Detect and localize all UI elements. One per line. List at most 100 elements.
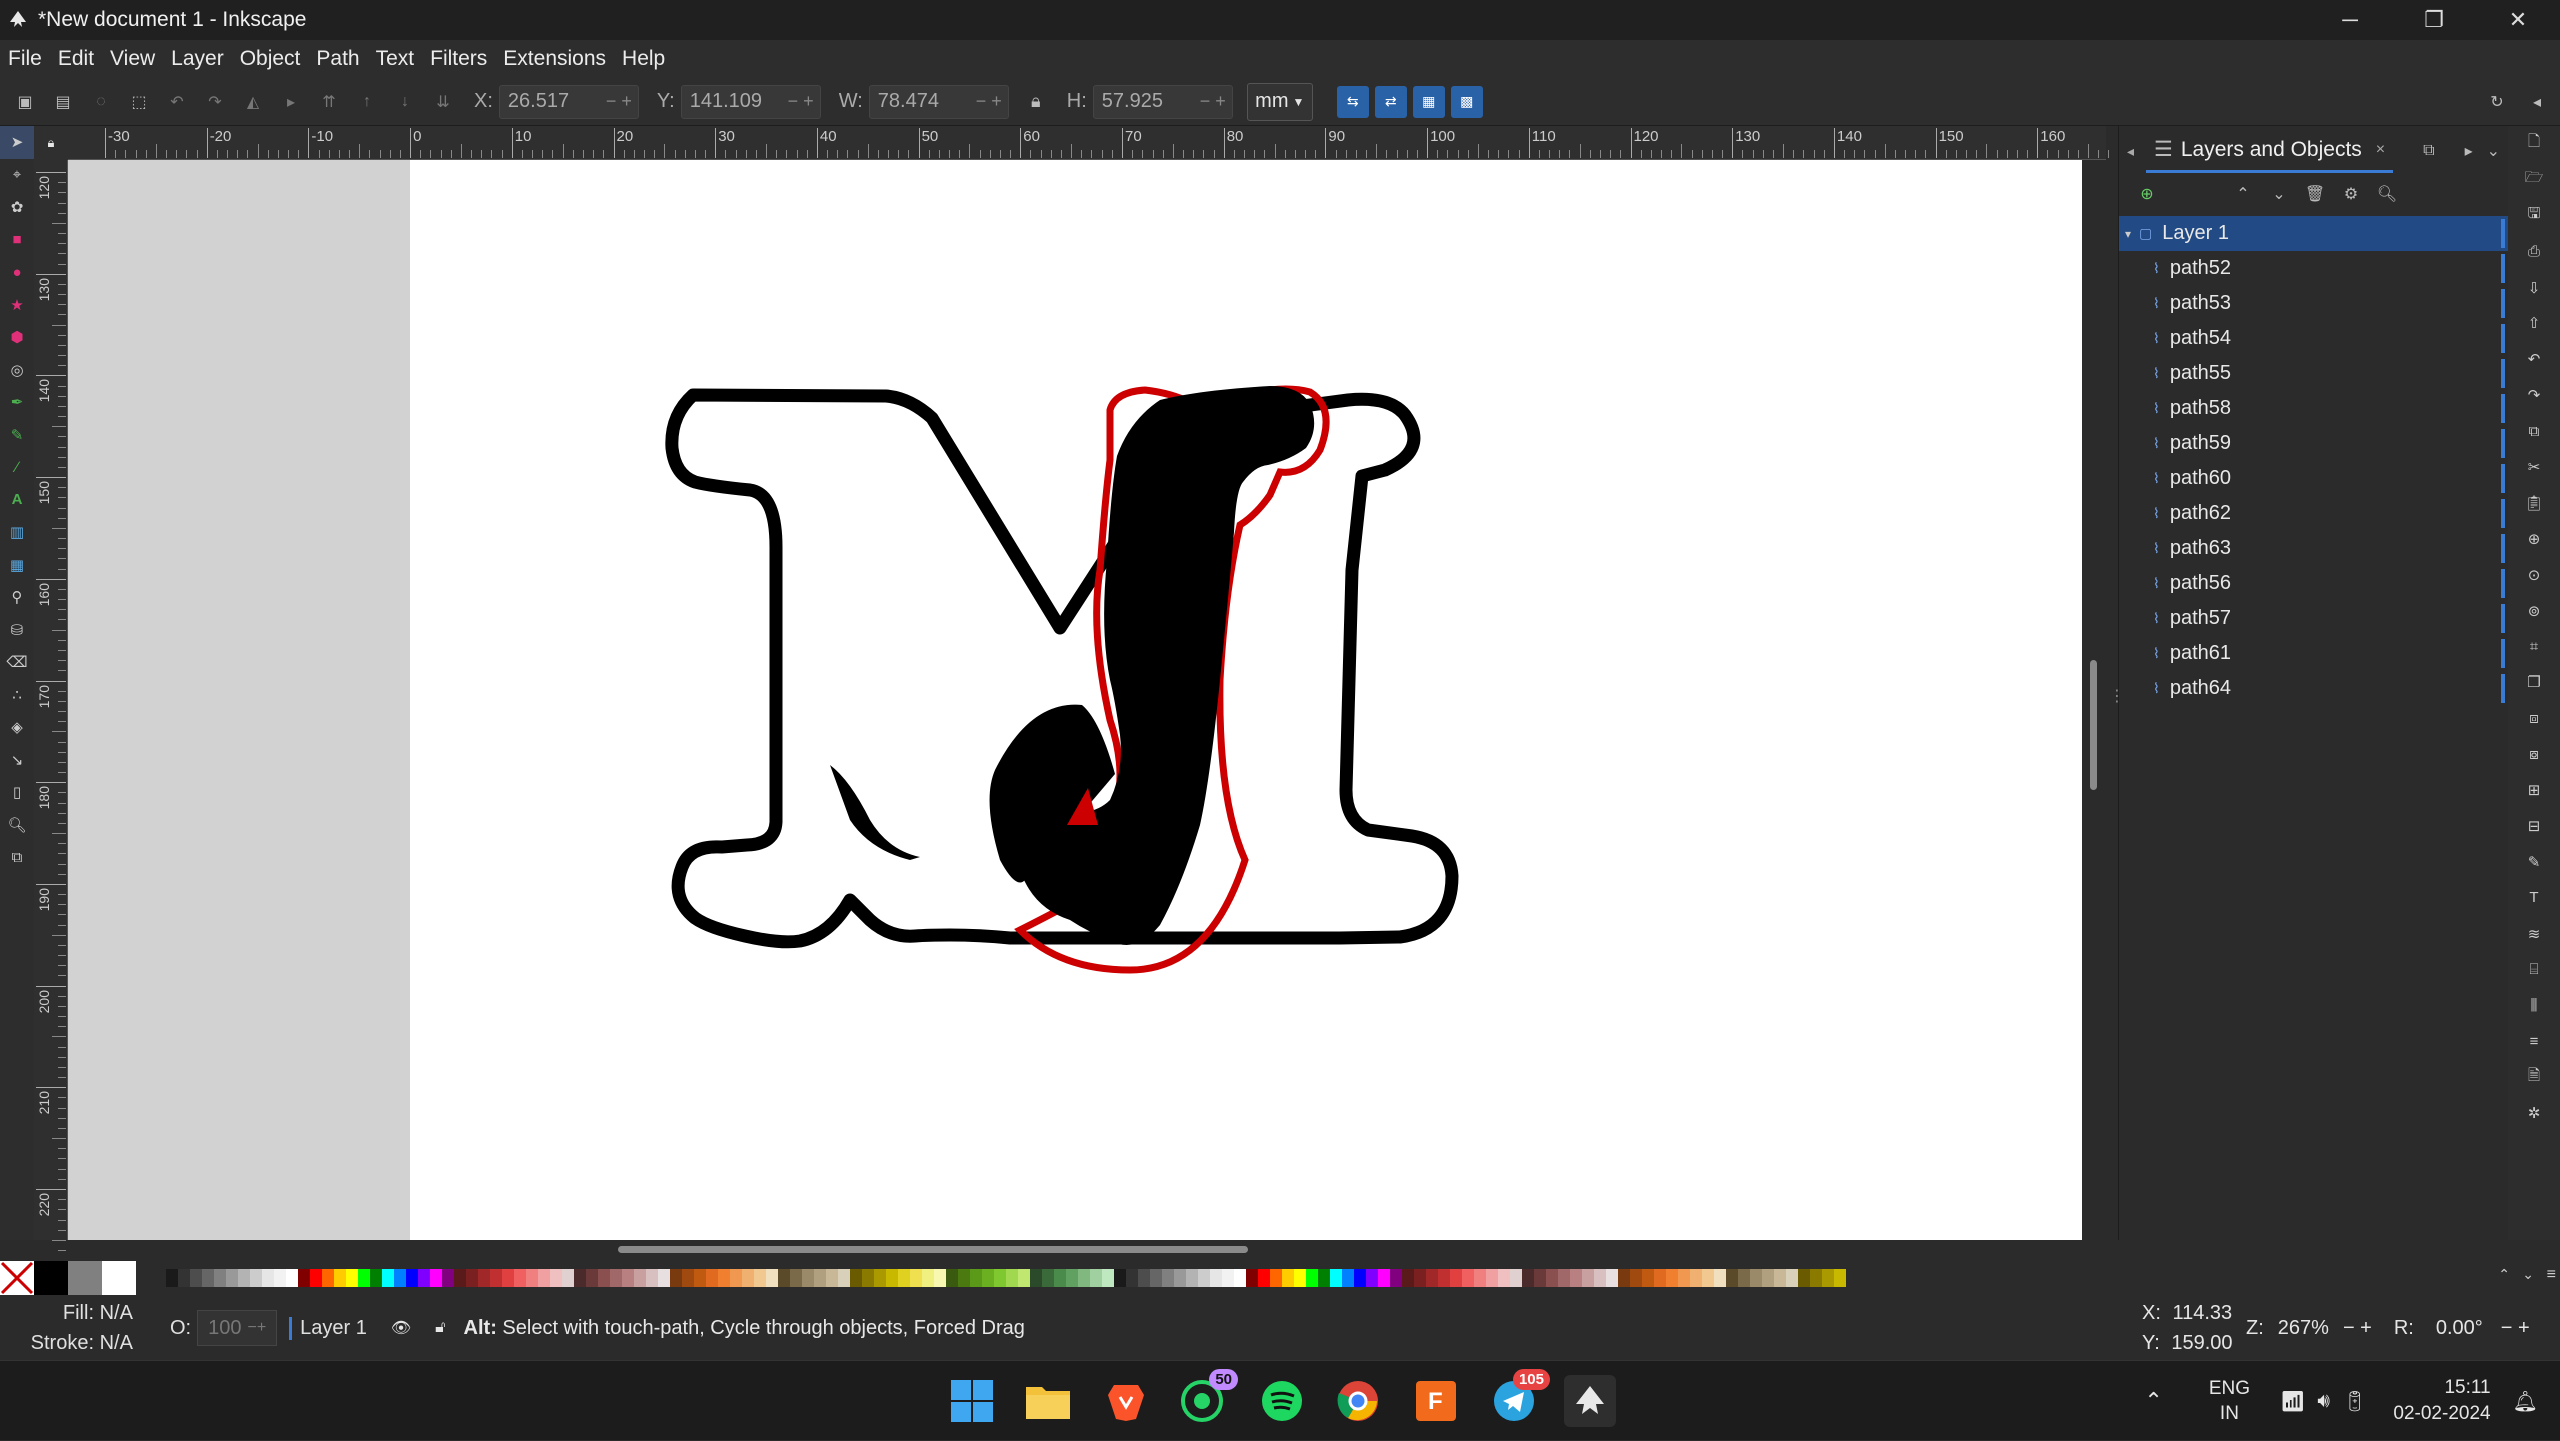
move-down-icon[interactable]: ⌄ [2261, 184, 2297, 204]
open-icon[interactable]: 🗁 [2508, 162, 2560, 198]
palette-swatch[interactable] [1258, 1269, 1270, 1287]
palette-swatch[interactable] [1486, 1269, 1498, 1287]
palette-swatch[interactable] [1558, 1269, 1570, 1287]
tree-row-object[interactable]: ⌇ path56 [2119, 566, 2508, 601]
show-hidden-icons-icon[interactable]: ⌃ [2144, 1388, 2162, 1414]
rotate-ccw-icon[interactable]: ↶ [164, 89, 190, 115]
search-icon[interactable]: 🔍︎ [2369, 184, 2405, 204]
palette-swatch[interactable] [826, 1269, 838, 1287]
palette-swatch[interactable] [1162, 1269, 1174, 1287]
palette-swatch[interactable] [166, 1269, 178, 1287]
palette-swatch[interactable] [1042, 1269, 1054, 1287]
palette-swatch[interactable] [1510, 1269, 1522, 1287]
spray-tool-icon[interactable]: ∴ [0, 679, 34, 712]
tab-close-icon[interactable]: × [2376, 141, 2385, 159]
palette-swatch[interactable] [886, 1269, 898, 1287]
move-up-icon[interactable]: ⌃ [2225, 184, 2261, 204]
palette-swatch[interactable] [946, 1269, 958, 1287]
palette-swatch[interactable] [1438, 1269, 1450, 1287]
menu-path[interactable]: Path [316, 47, 369, 71]
palette-swatch[interactable] [250, 1269, 262, 1287]
ungroup-icon[interactable]: ⊟ [2508, 808, 2560, 844]
document-properties-icon[interactable]: 🗎 [2508, 1059, 2560, 1095]
palette-swatch[interactable] [1750, 1269, 1762, 1287]
group-icon[interactable]: ⊞ [2508, 772, 2560, 808]
clock[interactable]: 15:11 02-02-2024 [2393, 1375, 2490, 1427]
x-stepper-icon[interactable]: − + [606, 91, 638, 112]
no-paint-swatch[interactable] [0, 1261, 34, 1295]
h-stepper-icon[interactable]: − + [1200, 91, 1232, 112]
palette-swatch[interactable] [1630, 1269, 1642, 1287]
chevron-right-icon[interactable]: ▸ [2465, 141, 2473, 161]
palette-swatch[interactable] [898, 1269, 910, 1287]
palette-swatch[interactable] [1198, 1269, 1210, 1287]
fusion360-icon[interactable]: F [1410, 1375, 1462, 1427]
palette-swatch[interactable] [1654, 1269, 1666, 1287]
snap-icon[interactable]: ↻ [2484, 89, 2510, 115]
palette-swatch[interactable] [1354, 1269, 1366, 1287]
menu-view[interactable]: View [110, 47, 165, 71]
tree-row-object[interactable]: ⌇ path53 [2119, 286, 2508, 321]
text-tool-icon[interactable]: A [0, 484, 34, 517]
palette-swatch[interactable] [1822, 1269, 1834, 1287]
expander-icon[interactable]: ▾ [2125, 227, 2131, 241]
preferences-icon[interactable]: ✲ [2508, 1095, 2560, 1131]
palette-swatch[interactable] [970, 1269, 982, 1287]
palette-swatch[interactable] [430, 1269, 442, 1287]
transform-patterns-icon[interactable]: ▩ [1450, 85, 1483, 118]
save-icon[interactable]: 🖫 [2508, 198, 2560, 234]
palette-swatch[interactable] [466, 1269, 478, 1287]
connector-tool-icon[interactable]: ↘ [0, 744, 34, 777]
rotation-field[interactable]: 0.00° [2436, 1317, 2483, 1340]
tree-row-object[interactable]: ⌇ path64 [2119, 671, 2508, 706]
palette-swatch[interactable] [1294, 1269, 1306, 1287]
palette-swatch[interactable] [1702, 1269, 1714, 1287]
fill-stroke-icon[interactable]: ✎ [2508, 844, 2560, 880]
pages-tool-icon[interactable]: ⧉ [0, 841, 34, 874]
chevron-down-icon[interactable]: ⌄ [2487, 141, 2500, 161]
clone-icon[interactable]: ⧈ [2508, 700, 2560, 736]
palette-swatch[interactable] [1390, 1269, 1402, 1287]
palette-swatch[interactable] [682, 1269, 694, 1287]
minimize-button[interactable]: ─ [2308, 0, 2392, 40]
telegram-icon[interactable]: 105 [1488, 1369, 1550, 1427]
panel-resize-handle-icon[interactable]: ⋮ [2109, 686, 2125, 706]
horizontal-scroll-thumb[interactable] [618, 1246, 1248, 1253]
tree-row-object[interactable]: ⌇ path55 [2119, 356, 2508, 391]
settings-icon[interactable]: ⚙ [2333, 184, 2369, 204]
palette-swatch[interactable] [670, 1269, 682, 1287]
paste-icon[interactable]: 📋︎ [2508, 485, 2560, 521]
palette-scroll-down-icon[interactable]: ⌄ [2522, 1266, 2534, 1283]
menu-edit[interactable]: Edit [58, 47, 104, 71]
palette-swatch[interactable] [274, 1269, 286, 1287]
palette-swatch[interactable] [262, 1269, 274, 1287]
tree-row-object[interactable]: ⌇ path52 [2119, 251, 2508, 286]
palette-swatch[interactable] [226, 1269, 238, 1287]
scale-stroke-icon[interactable]: ⇆ [1336, 85, 1369, 118]
palette-swatch[interactable] [1378, 1269, 1390, 1287]
palette-swatch[interactable] [286, 1269, 298, 1287]
dropper-tool-icon[interactable]: ⚲ [0, 581, 34, 614]
palette-swatch[interactable] [874, 1269, 886, 1287]
cut-icon[interactable]: ✂ [2508, 449, 2560, 485]
delete-icon[interactable]: 🗑︎ [2297, 184, 2333, 204]
palette-swatch[interactable] [190, 1269, 202, 1287]
eye-icon[interactable]: 👁︎ [391, 1318, 411, 1338]
palette-swatch[interactable] [1462, 1269, 1474, 1287]
palette-swatch[interactable] [1366, 1269, 1378, 1287]
text-font-icon[interactable]: T [2508, 880, 2560, 916]
redo-icon[interactable]: ↷ [2508, 377, 2560, 413]
pencil-tool-icon[interactable]: ✎ [0, 419, 34, 452]
tree-row-object[interactable]: ⌇ path63 [2119, 531, 2508, 566]
vertical-scroll-thumb[interactable] [2090, 660, 2097, 790]
palette-swatch[interactable] [610, 1269, 622, 1287]
menu-file[interactable]: File [8, 47, 52, 71]
zoom-stepper-icon[interactable]: − + [2343, 1317, 2372, 1340]
palette-swatch[interactable] [622, 1269, 634, 1287]
palette-swatch[interactable] [1054, 1269, 1066, 1287]
palette-swatch[interactable] [1018, 1269, 1030, 1287]
palette-swatch[interactable] [754, 1269, 766, 1287]
inkscape-taskbar-icon[interactable] [1564, 1375, 1616, 1427]
dialog-popout-icon[interactable]: ⧉ [2423, 142, 2434, 160]
close-button[interactable]: ✕ [2476, 0, 2560, 40]
